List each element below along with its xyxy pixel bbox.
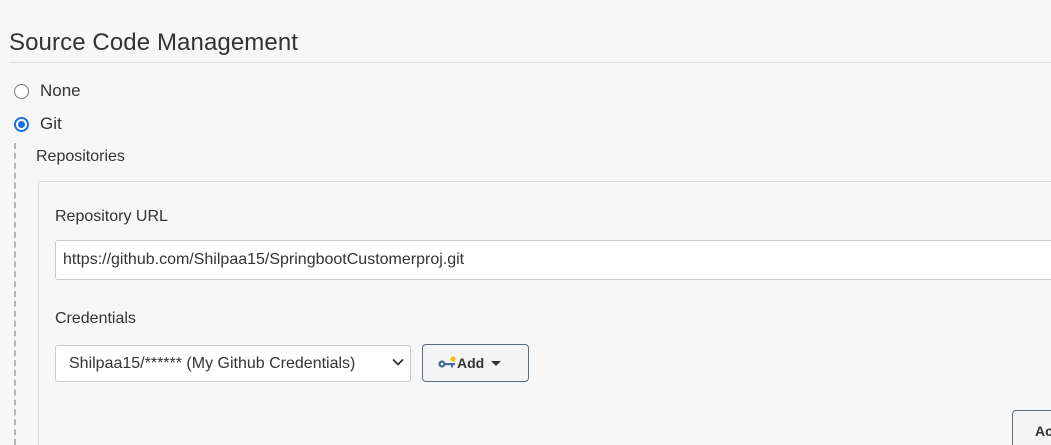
key-icon: [438, 356, 456, 368]
credentials-select[interactable]: Shilpaa15/****** (My Github Credentials): [55, 345, 411, 382]
radio-none[interactable]: [14, 83, 29, 99]
repositories-heading: Repositories: [36, 148, 125, 165]
repository-url-input[interactable]: https://github.com/Shilpaa15/SpringbootC…: [55, 240, 1051, 280]
scm-option-git-label: Git: [40, 114, 62, 133]
caret-down-icon: [491, 360, 502, 366]
scm-option-none[interactable]: None: [14, 81, 81, 101]
repository-panel: [38, 181, 1051, 445]
add-button-label: Add: [457, 355, 485, 371]
credentials-selected-value: Shilpaa15/****** (My Github Credentials): [69, 355, 356, 372]
git-section-indent-line: [14, 143, 16, 445]
scm-option-none-label: None: [40, 81, 81, 100]
repository-url-label: Repository URL: [55, 208, 168, 225]
scm-option-git[interactable]: Git: [14, 114, 62, 134]
advanced-button[interactable]: Ac: [1012, 410, 1051, 445]
chevron-down-icon: [392, 359, 404, 366]
page: Source Code Management None Git Reposito…: [0, 0, 1051, 445]
credentials-label: Credentials: [55, 310, 136, 327]
radio-git[interactable]: [14, 116, 29, 132]
section-title: Source Code Management: [9, 29, 299, 56]
add-credentials-button[interactable]: Add: [422, 344, 529, 382]
section-divider: [9, 62, 1051, 63]
